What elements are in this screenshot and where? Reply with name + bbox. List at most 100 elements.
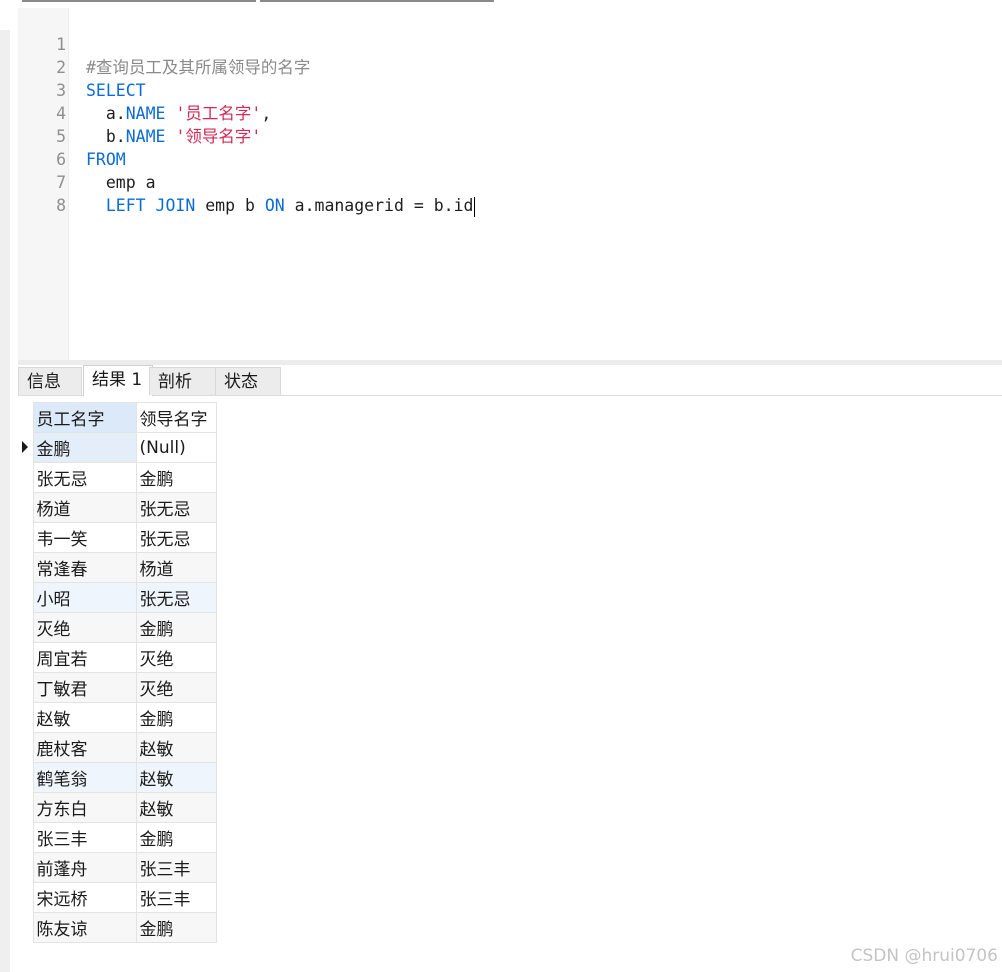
table-row[interactable]: 杨道 张无忌 (18, 492, 217, 523)
editor-line: 7 LEFT JOIN emp b ON a.managerid = b.id (18, 148, 1002, 217)
editor-line: 3 a.NAME '员工名字', (18, 56, 1002, 123)
row-indicator-header (18, 402, 33, 433)
text-cursor (474, 196, 476, 217)
cell-employee-name[interactable]: 宋远桥 (32, 882, 137, 913)
cell-employee-name[interactable]: 方东白 (32, 792, 137, 823)
cell-leader-name[interactable]: 张三丰 (135, 882, 217, 913)
cell-leader-name[interactable]: 杨道 (135, 552, 217, 583)
row-indicator (18, 912, 33, 943)
line-number: 8 (56, 196, 66, 215)
cell-employee-name[interactable]: 杨道 (32, 492, 137, 523)
row-indicator (18, 732, 33, 763)
cell-employee-name[interactable]: 灭绝 (32, 612, 137, 643)
cell-employee-name[interactable]: 张无忌 (32, 462, 137, 493)
row-indicator (18, 642, 33, 673)
cell-leader-name[interactable]: 张无忌 (135, 492, 217, 523)
result-tabs: 信息 结果 1 剖析 状态 (18, 365, 1002, 396)
cell-leader-name[interactable]: 灭绝 (135, 642, 217, 673)
cell-leader-name[interactable]: 金鹏 (135, 822, 217, 853)
window-top-strip (0, 0, 1002, 8)
sql-text: a.managerid = b.id (284, 196, 474, 215)
table-row[interactable]: 鹤笔翁 赵敏 (18, 762, 217, 793)
sql-text: emp b (195, 196, 265, 215)
table-row[interactable]: 常逢春 杨道 (18, 552, 217, 583)
row-indicator (18, 792, 33, 823)
sql-keyword: LEFT JOIN (105, 196, 196, 215)
column-header-employee[interactable]: 员工名字 (32, 402, 137, 433)
cell-leader-name[interactable]: 金鹏 (135, 702, 217, 733)
editor-line: 5 FROM (18, 102, 1002, 169)
tab-result-1[interactable]: 结果 1 (83, 365, 153, 396)
cell-employee-name[interactable]: 小昭 (32, 582, 137, 613)
row-indicator (18, 702, 33, 733)
table-row[interactable]: 丁敏君 灭绝 (18, 672, 217, 703)
cell-leader-name[interactable]: 张三丰 (135, 852, 217, 883)
sql-keyword: ON (264, 196, 285, 215)
row-indicator (18, 822, 33, 853)
query-tab-edge-2[interactable] (260, 0, 494, 2)
cell-leader-name[interactable]: 灭绝 (135, 672, 217, 703)
table-row[interactable]: 宋远桥 张三丰 (18, 882, 217, 913)
editor-line: 4 b.NAME '领导名字' (18, 79, 1002, 146)
tab-info[interactable]: 信息 (18, 367, 82, 395)
row-indicator (18, 672, 33, 703)
cell-employee-name[interactable]: 赵敏 (32, 702, 137, 733)
row-indicator (18, 882, 33, 913)
cell-employee-name[interactable]: 丁敏君 (32, 672, 137, 703)
cell-employee-name[interactable]: 金鹏 (32, 432, 137, 463)
cell-leader-name[interactable]: 金鹏 (135, 462, 217, 493)
editor-line: 8 (18, 171, 1002, 215)
editor-line: 1 #查询员工及其所属领导的名字 (18, 10, 1002, 77)
table-row[interactable]: 前蓬舟 张三丰 (18, 852, 217, 883)
cell-leader-name[interactable]: 金鹏 (135, 912, 217, 943)
cell-leader-name[interactable]: 金鹏 (135, 612, 217, 643)
row-indicator (18, 852, 33, 883)
cell-leader-name[interactable]: 赵敏 (135, 762, 217, 793)
current-row-arrow-icon (22, 440, 29, 453)
sql-editor[interactable]: 1 #查询员工及其所属领导的名字 2 SELECT 3 a.NAME '员工名字… (18, 8, 1002, 360)
watermark: CSDN @hrui0706 (850, 946, 998, 966)
cell-employee-name[interactable]: 周宜若 (32, 642, 137, 673)
cell-leader-name[interactable]: 赵敏 (135, 732, 217, 763)
row-indicator (18, 522, 33, 553)
table-row[interactable]: 赵敏 金鹏 (18, 702, 217, 733)
result-grid[interactable]: 员工名字 领导名字 金鹏 (Null) 张无忌 金鹏 杨道 张无忌 韦一笑 张无忌 常逢春 杨道小… (18, 402, 217, 943)
cell-leader-name[interactable]: 赵敏 (135, 792, 217, 823)
grid-header-row: 员工名字 领导名字 (18, 402, 217, 433)
row-indicator (18, 432, 33, 463)
cell-employee-name[interactable]: 前蓬舟 (32, 852, 137, 883)
cell-employee-name[interactable]: 韦一笑 (32, 522, 137, 553)
cell-employee-name[interactable]: 常逢春 (32, 552, 137, 583)
cell-leader-null[interactable]: (Null) (135, 432, 217, 463)
cell-employee-name[interactable]: 鹤笔翁 (32, 762, 137, 793)
table-row[interactable]: 张三丰 金鹏 (18, 822, 217, 853)
row-indicator (18, 582, 33, 613)
table-row[interactable]: 灭绝 金鹏 (18, 612, 217, 643)
table-row[interactable]: 陈友谅 金鹏 (18, 912, 217, 943)
row-indicator (18, 462, 33, 493)
column-header-leader[interactable]: 领导名字 (135, 402, 217, 433)
table-row[interactable]: 韦一笑 张无忌 (18, 522, 217, 553)
table-row[interactable]: 方东白 赵敏 (18, 792, 217, 823)
row-indicator (18, 762, 33, 793)
table-row[interactable]: 小昭 张无忌 (18, 582, 217, 613)
cell-employee-name[interactable]: 鹿杖客 (32, 732, 137, 763)
cell-employee-name[interactable]: 张三丰 (32, 822, 137, 853)
row-indicator (18, 552, 33, 583)
table-row[interactable]: 周宜若 灭绝 (18, 642, 217, 673)
row-indicator (18, 612, 33, 643)
cell-employee-name[interactable]: 陈友谅 (32, 912, 137, 943)
query-tab-edge[interactable] (22, 0, 256, 2)
table-row[interactable]: 金鹏 (Null) (18, 432, 217, 463)
row-indicator (18, 492, 33, 523)
table-row[interactable]: 鹿杖客 赵敏 (18, 732, 217, 763)
table-row[interactable]: 张无忌 金鹏 (18, 462, 217, 493)
cell-leader-name[interactable]: 张无忌 (135, 522, 217, 553)
editor-line: 6 emp a (18, 125, 1002, 192)
tab-profile[interactable]: 剖析 (149, 367, 216, 395)
tab-status[interactable]: 状态 (215, 367, 281, 395)
left-frame (0, 30, 10, 972)
cell-leader-name[interactable]: 张无忌 (135, 582, 217, 613)
editor-line: 2 SELECT (18, 33, 1002, 100)
